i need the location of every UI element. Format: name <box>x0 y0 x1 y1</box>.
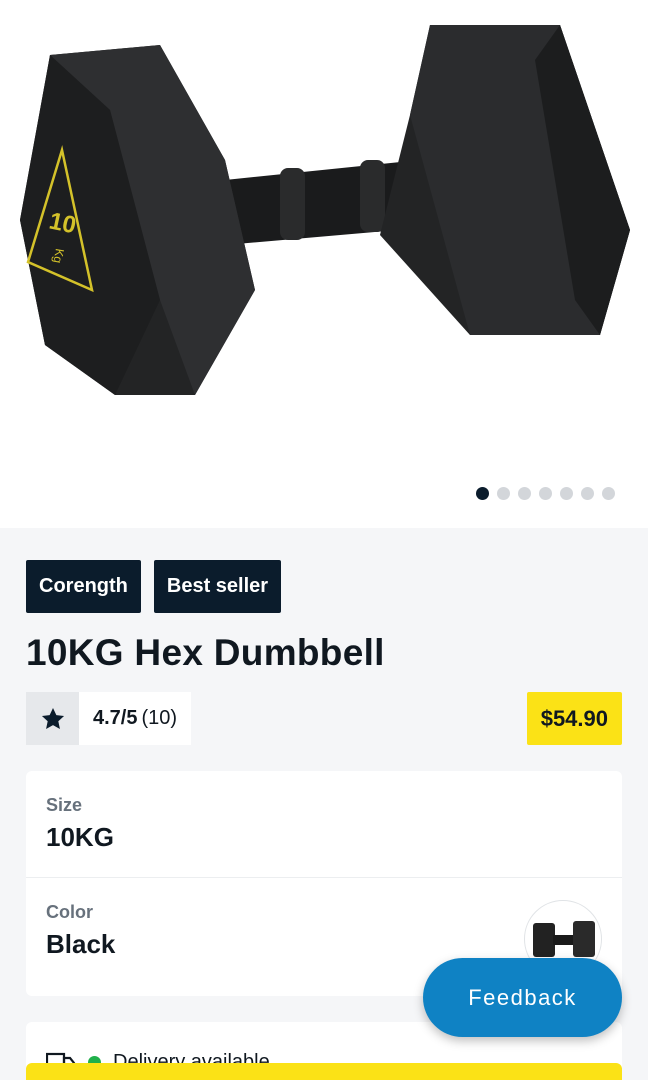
gallery-pagination[interactable] <box>476 487 615 500</box>
gallery-dot-2[interactable] <box>497 487 510 500</box>
unit-marking: Kg <box>50 247 66 264</box>
product-title: 10KG Hex Dumbbell <box>26 632 385 673</box>
color-value: Black <box>46 929 116 959</box>
weight-marking: 10 <box>47 207 79 239</box>
product-gallery[interactable]: 10 Kg <box>0 0 648 528</box>
star-icon <box>26 692 79 745</box>
product-tags: Corength Best seller <box>26 560 282 613</box>
gallery-dot-6[interactable] <box>581 487 594 500</box>
rating-badge[interactable]: 4.7/5 (10) <box>26 692 192 745</box>
color-label: Color <box>46 902 93 922</box>
gallery-dot-5[interactable] <box>560 487 573 500</box>
rating-score: 4.7/5 <box>93 707 138 729</box>
size-label: Size <box>46 795 83 815</box>
size-selector[interactable]: Size 10KG <box>26 771 622 877</box>
rating-count: (10) <box>141 707 178 729</box>
price-badge: $54.90 <box>526 692 622 745</box>
gallery-dot-4[interactable] <box>539 487 552 500</box>
product-image: 10 Kg <box>20 25 630 395</box>
brand-tag[interactable]: Corength <box>26 560 141 613</box>
gallery-dot-7[interactable] <box>602 487 615 500</box>
gallery-dot-3[interactable] <box>518 487 531 500</box>
size-value: 10KG <box>46 822 114 852</box>
feedback-button[interactable]: Feedback <box>423 958 622 1037</box>
gallery-dot-1[interactable] <box>476 487 489 500</box>
best-seller-tag: Best seller <box>153 560 282 613</box>
add-to-cart-bar[interactable] <box>26 1063 622 1080</box>
